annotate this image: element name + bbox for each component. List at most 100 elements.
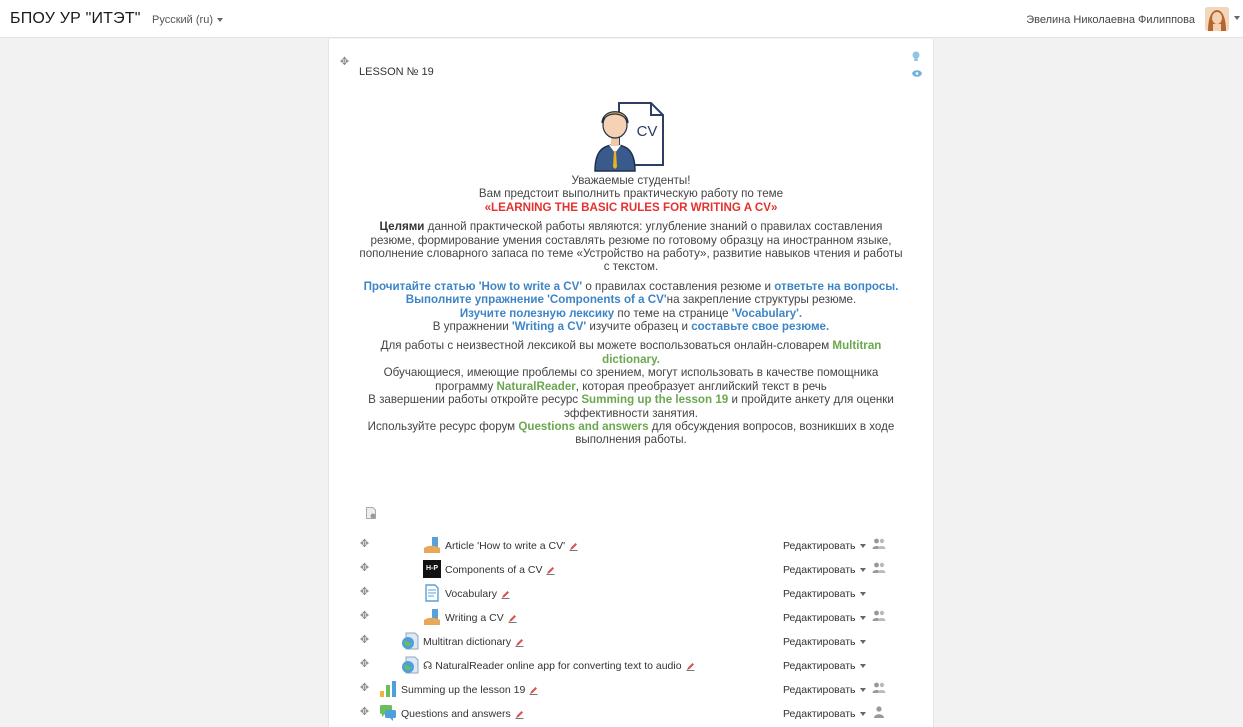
language-label: Русский (ru) [152,14,213,26]
activity-link[interactable]: Writing a CV [445,612,517,624]
edit-pencil-icon[interactable] [569,542,578,551]
activity-link[interactable]: Article 'How to write a CV' [445,540,578,552]
vocabulary-link[interactable]: 'Vocabulary'. [732,307,802,320]
task-vocab-text: по теме на странице [614,306,732,320]
writing-cv-link[interactable]: 'Writing a CV' [512,320,586,333]
eye-icon[interactable] [912,70,922,77]
activity-name: ☊ NaturalReader online app for convertin… [423,660,682,672]
finish-text: В завершении работы откройте ресурс [368,393,582,407]
activity-row: ✥ Questions and answers Редактировать [329,703,933,725]
activity-row: ✥ Vocabulary Редактировать [329,583,933,605]
move-icon[interactable]: ✥ [359,611,370,622]
forum-link[interactable]: Questions and answers [518,420,648,433]
edit-menu[interactable]: Редактировать [783,588,866,600]
activity-name: Multitran dictionary [423,636,512,648]
task-vocab-link[interactable]: Изучите полезную лексику [460,307,614,320]
move-icon[interactable]: ✥ [359,707,370,718]
feedback-icon [380,681,396,697]
activity-row: ✥ H-P Components of a CV Редактировать [329,559,933,581]
url-icon [402,632,419,650]
page-icon [425,584,439,602]
summing-up-link[interactable]: Summing up the lesson 19 [581,393,728,406]
forum-icon [380,705,396,721]
avatar-image [1205,7,1229,31]
user-menu-chevron-icon[interactable] [1234,16,1240,20]
url-icon [402,656,419,674]
topic-title: «LEARNING THE BASIC RULES FOR WRITING A … [484,200,778,214]
user-menu-name[interactable]: Эвелина Николаевна Филиппова [1026,14,1195,26]
edit-pencil-icon[interactable] [515,638,524,647]
no-groups-icon[interactable] [872,705,886,719]
move-icon[interactable]: ✥ [339,57,350,68]
activity-row: ✥ Summing up the lesson 19 Редактировать [329,679,933,701]
task-article-link[interactable]: Прочитайте статью 'How to write a CV' [364,280,583,293]
activity-link[interactable]: ☊ NaturalReader online app for convertin… [423,660,695,672]
move-icon[interactable]: ✥ [359,587,370,598]
activity-link[interactable]: Components of a CV [445,564,555,576]
activity-name: Vocabulary [445,588,497,600]
activity-name: Summing up the lesson 19 [401,684,526,696]
edit-pencil-icon[interactable] [501,590,510,599]
activity-link[interactable]: Summing up the lesson 19 [401,684,538,696]
edit-menu[interactable]: Редактировать [783,612,866,624]
task-components-text: на закрепление структуры резюме. [666,293,857,307]
edit-menu[interactable]: Редактировать [783,708,866,720]
edit-pencil-icon[interactable] [508,614,517,623]
lesson-icon [424,609,440,625]
task-article-text: о правилах составления резюме и [582,279,775,293]
course-section: ✥ LESSON № 19 CV Уважаемые студенты! Вам… [328,39,934,727]
activity-name: Article 'How to write a CV' [445,540,566,552]
activity-row: ✥ Article 'How to write a CV' Редактиров… [329,535,933,557]
h5p-icon: H-P [423,560,441,578]
move-icon[interactable]: ✥ [359,683,370,694]
edit-label: Редактировать [783,684,856,696]
groups-icon[interactable] [872,681,886,695]
activity-row: ✥ Writing a CV Редактировать [329,607,933,629]
intro-text: Вам предстоит выполнить практическую раб… [478,187,784,201]
task-questions-link[interactable]: ответьте на вопросы. [774,280,898,293]
edit-pencil-icon[interactable] [515,710,524,719]
chevron-down-icon [859,616,866,621]
naturalreader-link[interactable]: NaturalReader [497,380,576,393]
task-writing-text-2: изучите образец и [586,320,692,334]
edit-menu[interactable]: Редактировать [783,684,866,696]
activity-row: ✥ ☊ NaturalReader online app for convert… [329,655,933,677]
chevron-down-icon [859,688,866,693]
avatar[interactable] [1205,7,1229,31]
edit-pencil-icon[interactable] [546,566,555,575]
edit-menu[interactable]: Редактировать [783,564,866,576]
edit-label: Редактировать [783,636,856,648]
activity-link[interactable]: Multitran dictionary [423,636,524,648]
activity-link[interactable]: Vocabulary [445,588,510,600]
compose-cv-link[interactable]: составьте свое резюме. [691,320,829,333]
groups-icon[interactable] [872,537,886,551]
chevron-down-icon [859,568,866,573]
navbar: БПОУ УР "ИТЭТ" Русский (ru) Эвелина Нико… [0,0,1243,38]
move-icon[interactable]: ✥ [359,563,370,574]
task-components-link[interactable]: Выполните упражнение 'Components of a CV… [406,293,667,306]
edit-label: Редактировать [783,588,856,600]
goals-label: Целями [379,220,425,234]
language-menu[interactable]: Русский (ru) [152,14,223,26]
section-summary: Уважаемые студенты! Вам предстоит выполн… [359,174,903,453]
edit-menu[interactable]: Редактировать [783,636,866,648]
activity-link[interactable]: Questions and answers [401,708,524,720]
site-name-link[interactable]: БПОУ УР "ИТЭТ" [10,10,141,28]
edit-menu[interactable]: Редактировать [783,660,866,672]
chevron-down-icon [859,592,866,597]
groups-icon[interactable] [872,561,886,575]
greeting: Уважаемые студенты! [571,174,691,187]
move-icon[interactable]: ✥ [359,659,370,670]
vision-text-2: , которая преобразует английский текст в… [575,379,827,393]
move-icon[interactable]: ✥ [359,635,370,646]
edit-pencil-icon[interactable] [529,686,538,695]
edit-label: Редактировать [783,708,856,720]
edit-pencil-icon[interactable] [686,662,695,671]
chevron-down-icon [859,712,866,717]
cv-person-illustration: CV [594,102,664,172]
cv-label: CV [637,123,658,140]
move-icon[interactable]: ✥ [359,539,370,550]
lightbulb-icon[interactable] [912,51,920,63]
groups-icon[interactable] [872,609,886,623]
edit-menu[interactable]: Редактировать [783,540,866,552]
